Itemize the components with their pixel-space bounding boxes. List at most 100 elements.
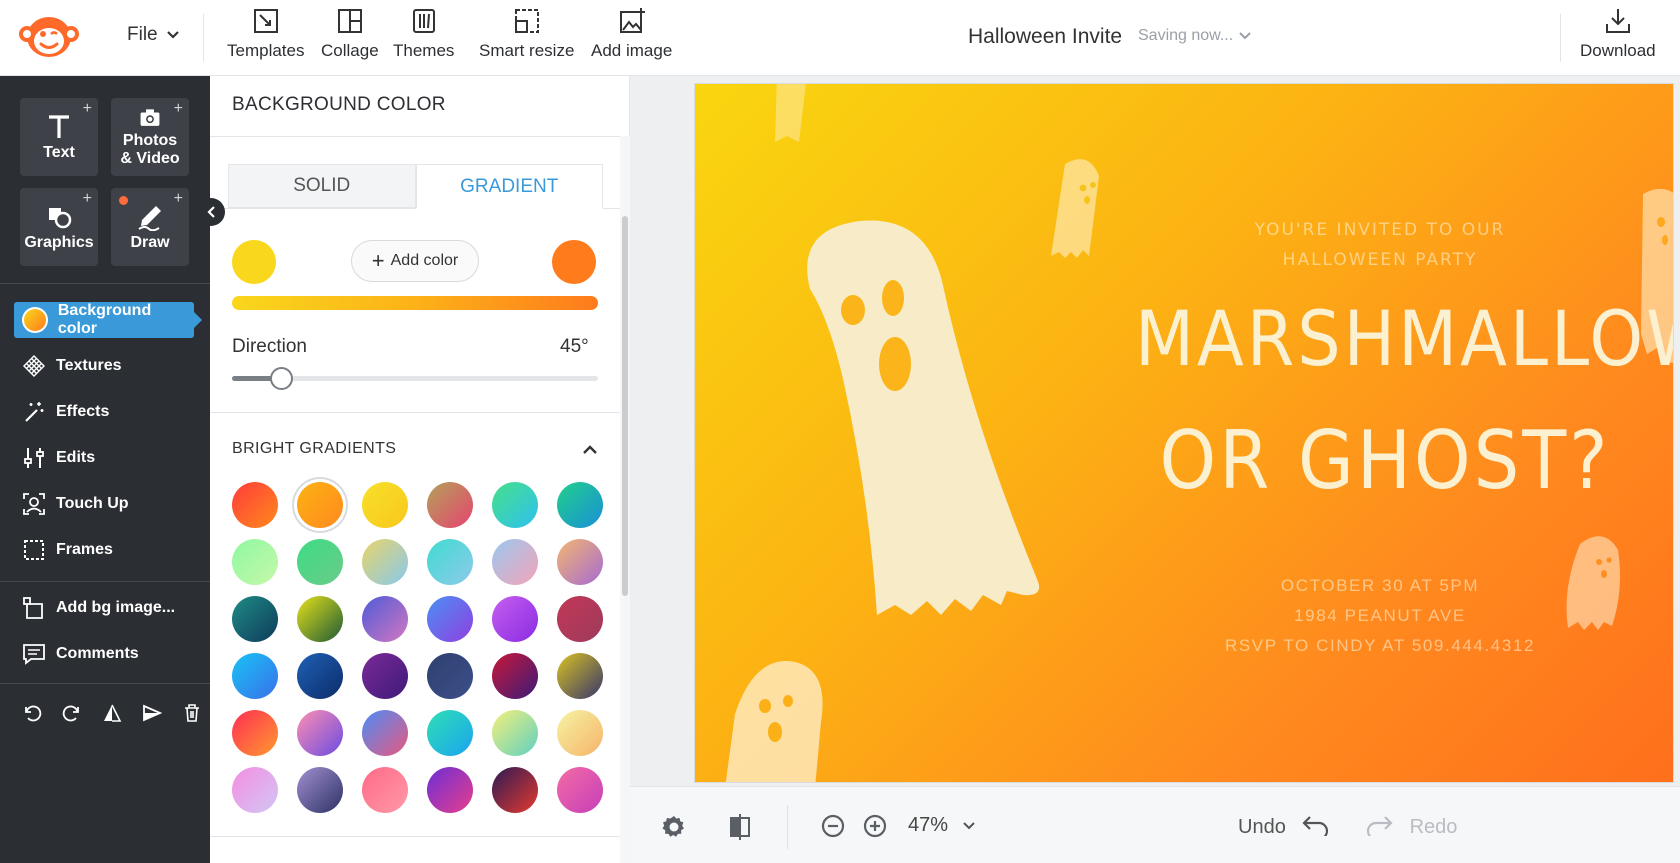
gradient-swatch[interactable] <box>297 539 343 585</box>
gradient-swatch[interactable] <box>427 596 473 642</box>
text-tool-tile[interactable]: + Text <box>20 98 98 176</box>
gradient-swatch[interactable] <box>297 710 343 756</box>
invite-line-1[interactable]: YOU'RE INVITED TO OUR <box>1215 220 1545 240</box>
direction-slider[interactable] <box>232 367 598 390</box>
headline-line-2[interactable]: OR GHOST? <box>1135 414 1635 507</box>
trash-icon[interactable] <box>182 703 202 723</box>
add-image-button[interactable]: Add image <box>591 6 672 61</box>
gradient-swatch[interactable] <box>362 710 408 756</box>
gradient-swatch[interactable] <box>232 596 278 642</box>
gradient-swatch[interactable] <box>427 710 473 756</box>
headline-line-1[interactable]: MARSHMALLOW <box>1135 294 1673 383</box>
gradient-swatch[interactable] <box>297 653 343 699</box>
saving-status[interactable]: Saving now... <box>1138 27 1251 45</box>
gradient-swatch[interactable] <box>427 482 473 528</box>
gradient-swatch[interactable] <box>232 767 278 813</box>
gradient-swatch[interactable] <box>297 596 343 642</box>
gradient-swatch[interactable] <box>362 482 408 528</box>
smart-resize-label: Smart resize <box>479 41 575 60</box>
gradient-swatch[interactable] <box>492 710 538 756</box>
invite-line-2[interactable]: HALLOWEEN PARTY <box>1215 250 1545 270</box>
draw-label: Draw <box>130 233 170 251</box>
event-address[interactable]: 1984 PEANUT AVE <box>1165 606 1595 626</box>
collage-label: Collage <box>321 41 379 60</box>
gradient-swatch[interactable] <box>232 653 278 699</box>
gradient-swatch[interactable] <box>297 482 343 528</box>
gradient-swatch[interactable] <box>427 767 473 813</box>
gradient-swatch[interactable] <box>492 539 538 585</box>
tab-gradient[interactable]: GRADIENT <box>415 164 603 208</box>
nav-add-bg-image[interactable]: Add bg image... <box>14 590 175 626</box>
gradient-swatch[interactable] <box>492 767 538 813</box>
add-color-button[interactable]: + Add color <box>351 240 479 282</box>
chevron-left-icon <box>207 206 215 218</box>
themes-button[interactable]: Themes <box>393 6 454 61</box>
gradient-swatch[interactable] <box>297 767 343 813</box>
nav-frames[interactable]: Frames <box>14 532 113 568</box>
nav-edits[interactable]: Edits <box>14 440 95 476</box>
download-button[interactable]: Download <box>1580 6 1656 61</box>
gradient-swatch[interactable] <box>492 482 538 528</box>
gradient-swatch[interactable] <box>427 653 473 699</box>
invite-canvas[interactable]: YOU'RE INVITED TO OUR HALLOWEEN PARTY MA… <box>695 84 1673 782</box>
chevron-up-icon[interactable] <box>580 440 600 460</box>
nav-edits-label: Edits <box>56 449 96 466</box>
event-rsvp[interactable]: RSVP TO CINDY AT 509.444.4312 <box>1165 636 1595 656</box>
draw-tile[interactable]: + Draw <box>111 188 189 266</box>
event-date[interactable]: OCTOBER 30 AT 5PM <box>1165 576 1595 596</box>
compare-icon[interactable] <box>726 813 754 841</box>
nav-background-color[interactable]: Background color <box>14 302 202 338</box>
templates-button[interactable]: Templates <box>227 6 304 61</box>
gradient-end-color[interactable] <box>552 240 596 284</box>
rotate-left-icon[interactable] <box>22 703 42 723</box>
gradient-swatch[interactable] <box>232 482 278 528</box>
gradient-swatch[interactable] <box>557 767 603 813</box>
gradient-swatch[interactable] <box>492 653 538 699</box>
redo-button[interactable]: Redo <box>1364 814 1457 841</box>
tab-solid[interactable]: SOLID <box>228 164 416 208</box>
undo-button[interactable]: Undo <box>1238 814 1331 841</box>
gradient-swatch[interactable] <box>362 767 408 813</box>
settings-gear-icon[interactable] <box>660 813 688 841</box>
zoom-level[interactable]: 47% <box>908 814 976 837</box>
divider <box>603 208 620 209</box>
flip-vertical-icon[interactable] <box>142 703 162 723</box>
ghost-eye <box>1596 559 1602 565</box>
redo-icon <box>1366 816 1393 841</box>
smart-resize-button[interactable]: Smart resize <box>479 6 574 61</box>
gradient-swatch[interactable] <box>557 710 603 756</box>
gradient-swatch[interactable] <box>557 539 603 585</box>
nav-effects[interactable]: Effects <box>14 394 109 430</box>
rotate-right-icon[interactable] <box>62 703 82 723</box>
panel-scrollbar-thumb[interactable] <box>622 216 628 596</box>
photos-video-label: Photos & Video <box>120 131 180 167</box>
nav-touch-up[interactable]: Touch Up <box>14 486 129 522</box>
picmonkey-logo-icon[interactable] <box>18 10 80 62</box>
gradient-swatch[interactable] <box>427 539 473 585</box>
gradient-swatch[interactable] <box>557 482 603 528</box>
gradient-swatch[interactable] <box>362 653 408 699</box>
gradient-swatch[interactable] <box>362 596 408 642</box>
collage-button[interactable]: Collage <box>321 6 379 61</box>
zoom-out-icon[interactable] <box>820 813 846 839</box>
graphics-tile[interactable]: + Graphics <box>20 188 98 266</box>
zoom-in-icon[interactable] <box>862 813 888 839</box>
flip-horizontal-icon[interactable] <box>102 703 122 723</box>
collapse-panel-button[interactable] <box>197 198 225 226</box>
ghost-mouth <box>1662 235 1668 245</box>
file-menu[interactable]: File <box>127 24 180 46</box>
gradient-swatch[interactable] <box>232 710 278 756</box>
gradient-swatch[interactable] <box>557 653 603 699</box>
panel-scrollbar[interactable] <box>620 136 630 863</box>
gradient-start-color[interactable] <box>232 240 276 284</box>
direction-slider-thumb[interactable] <box>270 367 294 390</box>
nav-comments[interactable]: Comments <box>14 636 139 672</box>
gradient-swatch[interactable] <box>492 596 538 642</box>
plus-icon: + <box>173 100 183 117</box>
gradient-swatch[interactable] <box>232 539 278 585</box>
gradient-swatch[interactable] <box>557 596 603 642</box>
nav-textures[interactable]: Textures <box>14 348 122 384</box>
document-title[interactable]: Halloween Invite <box>968 25 1122 49</box>
gradient-swatch[interactable] <box>362 539 408 585</box>
photos-video-tile[interactable]: + Photos & Video <box>111 98 189 176</box>
